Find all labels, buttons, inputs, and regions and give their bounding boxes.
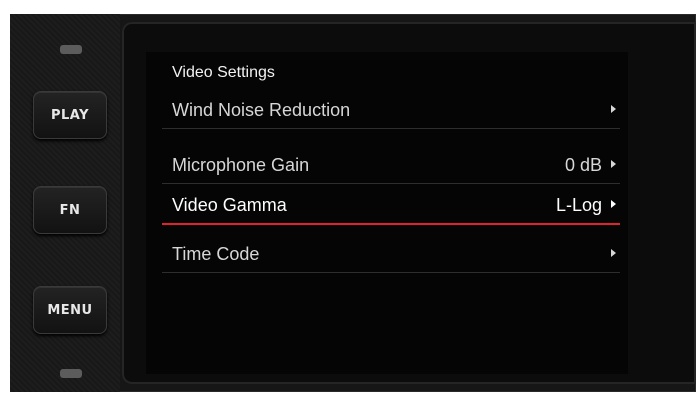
fn-button[interactable]: FN [33, 186, 107, 234]
menu-title: Video Settings [172, 64, 275, 81]
right-arrow-icon [611, 160, 616, 168]
menu-item-video-gamma[interactable]: Video Gamma L-Log [162, 187, 620, 225]
play-button[interactable]: PLAY [33, 91, 107, 139]
menu-item-value: L-Log [555, 195, 602, 215]
menu-item-label: Time Code [172, 244, 260, 264]
right-arrow-icon [611, 200, 616, 208]
status-led-bottom [60, 369, 82, 378]
right-arrow-icon [611, 105, 616, 113]
menu-item-wind-noise-reduction[interactable]: Wind Noise Reduction [162, 92, 620, 129]
menu-item-microphone-gain[interactable]: Microphone Gain 0 dB [162, 147, 620, 184]
status-led-top [60, 45, 82, 54]
menu-button[interactable]: MENU [33, 286, 107, 334]
right-arrow-icon [611, 249, 616, 257]
menu-item-value: 0 dB [564, 155, 602, 175]
menu-item-time-code[interactable]: Time Code [162, 236, 620, 273]
menu-item-label: Video Gamma [172, 195, 287, 215]
menu-item-label: Wind Noise Reduction [172, 100, 351, 120]
menu-item-label: Microphone Gain [172, 155, 310, 175]
